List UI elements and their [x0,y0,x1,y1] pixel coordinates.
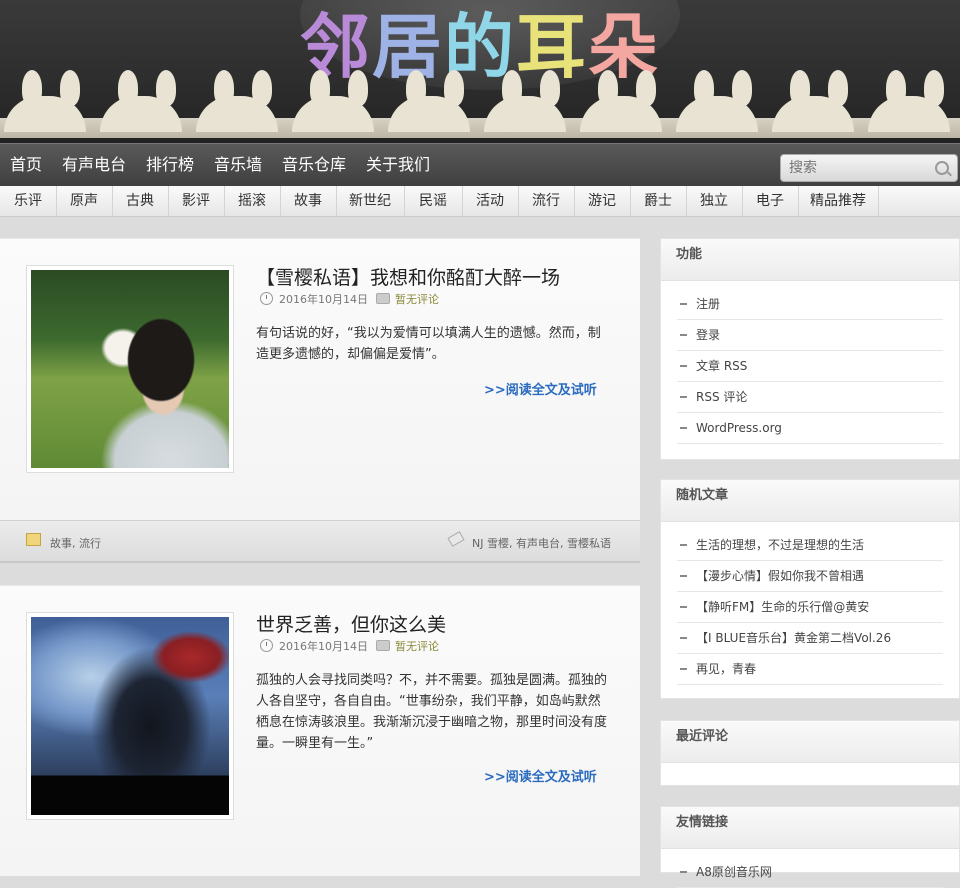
nav-item-about[interactable]: 关于我们 [366,144,430,186]
post-meta: 2016年10月14日 暂无评论 [260,291,439,307]
post-image [31,270,229,468]
nav-item-radio[interactable]: 有声电台 [62,144,126,186]
category-item[interactable]: 精品推荐 [798,186,879,216]
folder-icon [26,533,41,546]
search-box [780,154,958,182]
category-item[interactable]: 民谣 [404,186,463,216]
post-comments-link[interactable]: 暂无评论 [395,640,439,653]
bunny-ear [732,70,752,106]
widget-title: 随机文章 [661,480,959,522]
bunny-ear [828,70,848,106]
category-item[interactable]: 独立 [686,186,743,216]
post-footer: 故事, 流行 NJ 雪樱, 有声电台, 雪樱私语 [0,520,640,563]
post-comments-link[interactable]: 暂无评论 [395,293,439,306]
widget-random-posts: 随机文章 生活的理想，不过是理想的生活 【漫步心情】假如你我不曾相遇 【静听FM… [660,479,960,699]
comment-icon [376,293,390,304]
list-item[interactable]: RSS 评论 [677,382,943,413]
post-image [31,617,229,815]
bunny-ear [636,70,656,106]
comment-icon [376,640,390,651]
bunny-ear [924,70,944,106]
bunny-ear [348,70,368,106]
list-item[interactable]: 【I BLUE音乐台】黄金第二档Vol.26 [677,623,943,654]
bunny-ear [406,70,426,106]
widget-title: 功能 [661,239,959,281]
widget-list: 生活的理想，不过是理想的生活 【漫步心情】假如你我不曾相遇 【静听FM】生命的乐… [661,522,959,685]
bunny-ear [214,70,234,106]
post-thumbnail[interactable] [26,265,234,473]
read-more-link[interactable]: >>阅读全文及试听 [484,379,597,398]
nav-item-music-warehouse[interactable]: 音乐仓库 [282,144,346,186]
list-item[interactable]: 再见，青春 [677,654,943,685]
post-meta: 2016年10月14日 暂无评论 [260,638,439,654]
post-card: 【雪樱私语】我想和你酩酊大醉一场 2016年10月14日 暂无评论 有句话说的好，… [0,238,640,521]
category-item[interactable]: 新世纪 [336,186,405,216]
clock-icon [260,639,273,652]
list-item[interactable]: 【漫步心情】假如你我不曾相遇 [677,561,943,592]
nav-item-charts[interactable]: 排行榜 [146,144,194,186]
bunny-ear [790,70,810,106]
search-icon[interactable] [935,161,949,175]
main-nav: 首页 有声电台 排行榜 音乐墙 音乐仓库 关于我们 [0,143,960,186]
widget-title: 友情链接 [661,807,959,849]
category-item[interactable]: 古典 [112,186,169,216]
widget-title: 最近评论 [661,721,959,763]
bunny-ear [118,70,138,106]
widget-functions: 功能 注册 登录 文章 RSS RSS 评论 WordPress.org [660,238,960,460]
post-date: 2016年10月14日 [279,640,368,653]
list-item[interactable]: 登录 [677,320,943,351]
bunny-ear [502,70,522,106]
category-nav: 乐评 原声 古典 影评 摇滚 故事 新世纪 民谣 活动 流行 游记 爵士 独立 … [0,186,960,217]
widget-list: A8原创音乐网 [661,849,959,888]
widget-links: 友情链接 A8原创音乐网 [660,806,960,888]
category-item[interactable]: 流行 [518,186,575,216]
nav-item-music-wall[interactable]: 音乐墙 [214,144,262,186]
list-item[interactable]: 【静听FM】生命的乐行僧@黄安 [677,592,943,623]
category-item[interactable]: 活动 [462,186,519,216]
post-date: 2016年10月14日 [279,293,368,306]
bunny-ear [310,70,330,106]
bunny-ear [886,70,906,106]
nav-item-home[interactable]: 首页 [10,144,42,186]
category-item[interactable]: 游记 [574,186,631,216]
post-categories[interactable]: 故事, 流行 [50,535,101,551]
bunny-ear [694,70,714,106]
site-header: 邻居的耳朵 [0,0,960,143]
bunny-ear [156,70,176,106]
post-title[interactable]: 世界乏善，但你这么美 [256,610,446,637]
post-card: 世界乏善，但你这么美 2016年10月14日 暂无评论 孤独的人会寻找同类吗？不，… [0,585,640,876]
list-item[interactable]: 生活的理想，不过是理想的生活 [677,530,943,561]
list-item[interactable]: 注册 [677,289,943,320]
post-tags[interactable]: NJ 雪樱, 有声电台, 雪樱私语 [472,535,611,551]
category-item[interactable]: 原声 [56,186,113,216]
widget-list: 注册 登录 文章 RSS RSS 评论 WordPress.org [661,281,959,444]
read-more-link[interactable]: >>阅读全文及试听 [484,766,597,785]
bunny-ear [598,70,618,106]
post-excerpt: 有句话说的好，“我以为爱情可以填满人生的遗憾。然而，制造更多遗憾的，却偏偏是爱情… [256,326,601,362]
bunny-ear [22,70,42,106]
category-item[interactable]: 爵士 [630,186,687,216]
list-item[interactable]: WordPress.org [677,413,943,444]
bunny-ear [444,70,464,106]
post-thumbnail[interactable] [26,612,234,820]
tag-icon [447,531,465,547]
clock-icon [260,292,273,305]
search-input[interactable] [781,155,929,181]
category-item[interactable]: 影评 [168,186,225,216]
bunny-ear [252,70,272,106]
category-item[interactable]: 故事 [280,186,337,216]
bunny-ear [60,70,80,106]
category-item[interactable]: 乐评 [0,186,57,216]
category-item[interactable]: 摇滚 [224,186,281,216]
list-item[interactable]: 文章 RSS [677,351,943,382]
bunny-ear [540,70,560,106]
category-item[interactable]: 电子 [742,186,799,216]
widget-recent-comments: 最近评论 [660,720,960,786]
post-title[interactable]: 【雪樱私语】我想和你酩酊大醉一场 [256,263,560,290]
post-excerpt: 孤独的人会寻找同类吗？不，并不需要。孤独是圆满。孤独的人各自坚守，各自自由。“世… [256,673,608,751]
